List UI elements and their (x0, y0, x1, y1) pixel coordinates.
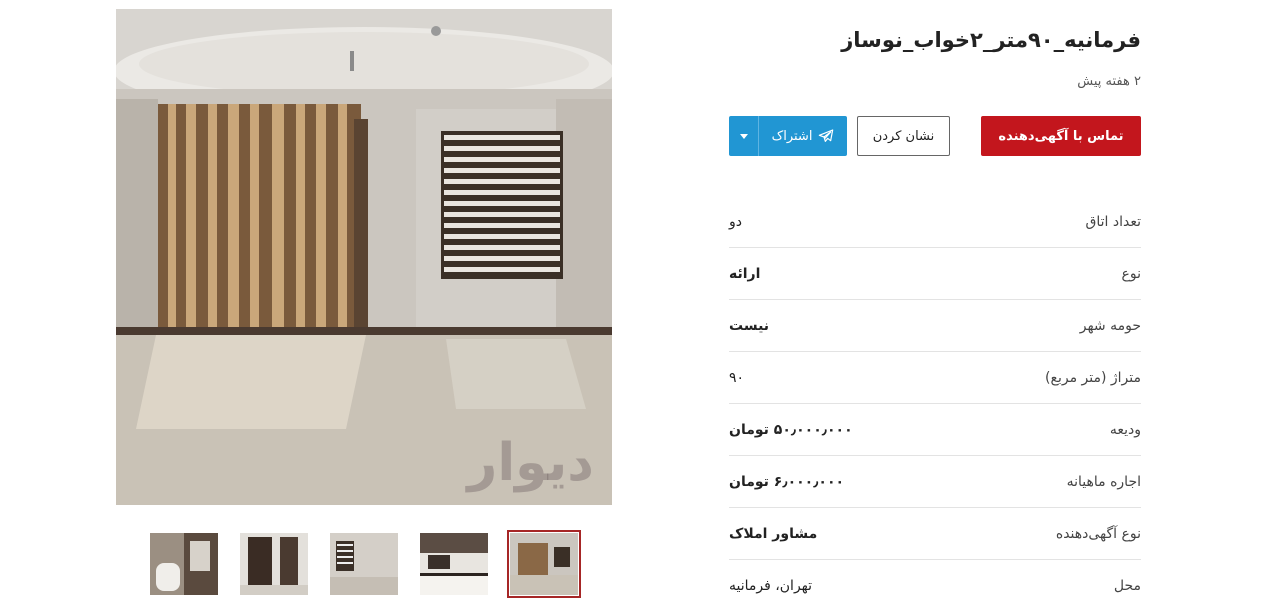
detail-label: حومه شهر (1079, 317, 1141, 334)
detail-value: دو (729, 213, 742, 230)
room-window-thumbnail-image (330, 533, 398, 595)
share-button-group: اشتراک (729, 116, 847, 156)
share-button[interactable]: اشتراک (759, 116, 847, 156)
main-listing-photo[interactable]: دیوار (116, 9, 612, 505)
detail-label: نوع آگهی‌دهنده (1055, 525, 1141, 542)
detail-value: ۶٫۰۰۰٫۰۰۰ تومان (729, 473, 845, 490)
watermark-logo: دیوار (467, 433, 594, 493)
detail-row-rooms: تعداد اتاق دو (729, 196, 1141, 248)
detail-row-advertiser-type: نوع آگهی‌دهنده مشاور املاک (729, 508, 1141, 560)
detail-label: نوع (1121, 265, 1141, 282)
living-room-thumbnail-image (510, 533, 578, 595)
gallery-thumbnail[interactable] (240, 533, 308, 595)
bookmark-button[interactable]: نشان کردن (857, 116, 950, 156)
detail-value: ۹۰ (729, 369, 745, 386)
detail-row-location: محل تهران، فرمانیه (729, 560, 1141, 612)
bathroom-thumbnail-image (150, 533, 218, 595)
doors-thumbnail-image (240, 533, 308, 595)
room-photo-illustration (116, 9, 612, 505)
posted-time: ۲ هفته پیش (1077, 74, 1141, 89)
listing-details-panel: فرمانیه_۹۰متر_۲خواب_نوساز ۲ هفته پیش تما… (729, 0, 1141, 595)
share-label: اشتراک (771, 128, 813, 144)
detail-row-suburb: حومه شهر نیست (729, 300, 1141, 352)
detail-value: ۵۰٫۰۰۰٫۰۰۰ تومان (729, 421, 853, 438)
gallery-thumbnail-selected[interactable] (507, 530, 581, 598)
share-dropdown-toggle[interactable] (729, 116, 759, 156)
contact-advertiser-button[interactable]: تماس با آگهی‌دهنده (981, 116, 1141, 156)
gallery-thumbnail[interactable] (150, 533, 218, 595)
detail-value: مشاور املاک (729, 525, 818, 542)
caret-down-icon (739, 133, 748, 139)
detail-row-rent: اجاره ماهیانه ۶٫۰۰۰٫۰۰۰ تومان (729, 456, 1141, 508)
detail-label: محل (1113, 578, 1141, 594)
detail-row-area: متراژ (متر مربع) ۹۰ (729, 352, 1141, 404)
details-list: تعداد اتاق دو نوع ارائه حومه شهر نیست مت… (729, 196, 1141, 612)
gallery-thumbnail[interactable] (420, 533, 488, 595)
kitchen-thumbnail-image (420, 533, 488, 595)
detail-row-type: نوع ارائه (729, 248, 1141, 300)
detail-label: تعداد اتاق (1085, 213, 1142, 230)
detail-row-deposit: ودیعه ۵۰٫۰۰۰٫۰۰۰ تومان (729, 404, 1141, 456)
detail-value: نیست (729, 317, 770, 334)
gallery-thumbnail[interactable] (330, 533, 398, 595)
detail-label: ودیعه (1109, 421, 1141, 438)
detail-label: اجاره ماهیانه (1066, 473, 1141, 490)
detail-label: متراژ (متر مربع) (1045, 369, 1141, 386)
listing-title: فرمانیه_۹۰متر_۲خواب_نوساز (841, 28, 1141, 52)
detail-value: ارائه (729, 265, 761, 282)
telegram-icon (819, 129, 834, 142)
detail-value: تهران، فرمانیه (729, 578, 813, 594)
